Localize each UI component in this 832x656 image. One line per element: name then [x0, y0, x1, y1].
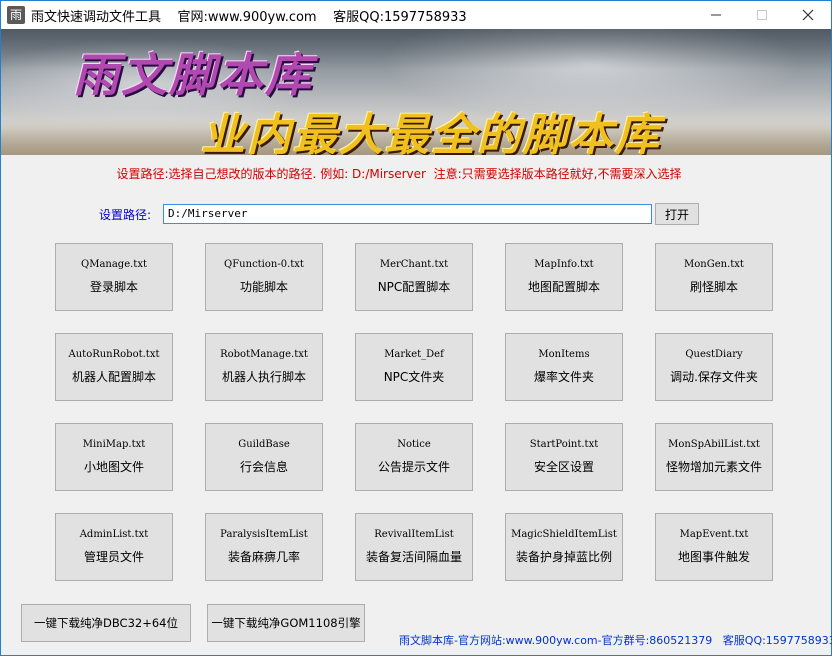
- file-name-label: ParalysisItemList: [220, 529, 308, 540]
- script-file-button[interactable]: MerChant.txt NPC配置脚本: [355, 243, 473, 311]
- maximize-button: [739, 1, 785, 29]
- script-file-button[interactable]: MapInfo.txt 地图配置脚本: [505, 243, 623, 311]
- file-description-label: 调动.保存文件夹: [670, 370, 758, 384]
- file-name-label: GuildBase: [238, 439, 290, 450]
- file-description-label: 行会信息: [239, 460, 288, 474]
- file-name-label: MerChant.txt: [379, 259, 449, 270]
- file-name-label: MiniMap.txt: [82, 439, 146, 450]
- minimize-icon: [711, 14, 721, 16]
- minimize-button[interactable]: [693, 1, 739, 29]
- file-name-label: MapEvent.txt: [679, 529, 749, 540]
- file-name-label: AdminList.txt: [79, 529, 149, 540]
- file-description-label: 登录脚本: [89, 280, 138, 294]
- file-name-label: QFunction-0.txt: [224, 259, 304, 270]
- script-file-button[interactable]: Market_Def NPC文件夹: [355, 333, 473, 401]
- file-description-label: 爆率文件夹: [533, 370, 594, 384]
- file-description-label: 刷怪脚本: [689, 280, 738, 294]
- download-dbc-button[interactable]: 一键下载纯净DBC32+64位: [21, 604, 191, 642]
- file-description-label: 机器人配置脚本: [71, 370, 156, 384]
- script-file-button[interactable]: RevivalItemList 装备复活间隔血量: [355, 513, 473, 581]
- file-name-label: RevivalItemList: [374, 529, 454, 540]
- script-file-button[interactable]: MonItems 爆率文件夹: [505, 333, 623, 401]
- file-name-label: MagicShieldItemList: [511, 529, 617, 540]
- path-input[interactable]: D:/Mirserver: [163, 204, 652, 224]
- script-file-button[interactable]: StartPoint.txt 安全区设置: [505, 423, 623, 491]
- app-window: 雨 雨文快速调动文件工具 官网:www.900yw.com 客服QQ:15977…: [0, 0, 832, 656]
- file-name-label: StartPoint.txt: [529, 439, 599, 450]
- app-icon: 雨: [7, 6, 25, 24]
- script-file-button[interactable]: MagicShieldItemList 装备护身掉蓝比例: [505, 513, 623, 581]
- path-instructions: 设置路径:选择自己想改的版本的路径. 例如: D:/Mirserver 注意:只…: [116, 167, 682, 181]
- file-name-label: MonSpAbilList.txt: [668, 439, 760, 450]
- file-name-label: MonItems: [538, 349, 590, 360]
- file-description-label: 小地图文件: [83, 460, 144, 474]
- file-name-label: QManage.txt: [81, 259, 147, 270]
- maximize-icon: [757, 10, 767, 20]
- file-description-label: 机器人执行脚本: [221, 370, 306, 384]
- file-name-label: Market_Def: [384, 349, 444, 360]
- script-file-button[interactable]: AutoRunRobot.txt 机器人配置脚本: [55, 333, 173, 401]
- script-file-button[interactable]: MapEvent.txt 地图事件触发: [655, 513, 773, 581]
- file-description-label: 管理员文件: [83, 550, 144, 564]
- file-description-label: 功能脚本: [239, 280, 288, 294]
- banner-image: 雨文脚本库 业内最大最全的脚本库: [1, 29, 831, 155]
- script-file-button[interactable]: QManage.txt 登录脚本: [55, 243, 173, 311]
- banner-slogan: 业内最大最全的脚本库: [201, 110, 661, 155]
- file-description-label: NPC文件夹: [383, 370, 445, 384]
- script-file-grid: QManage.txt 登录脚本 QFunction-0.txt 功能脚本 MerCha…: [55, 243, 775, 581]
- title-bar[interactable]: 雨 雨文快速调动文件工具 官网:www.900yw.com 客服QQ:15977…: [1, 1, 831, 29]
- banner-title: 雨文脚本库: [73, 48, 313, 102]
- close-icon: [802, 9, 814, 21]
- file-description-label: 怪物增加元素文件: [665, 460, 762, 474]
- file-name-label: QuestDiary: [685, 349, 743, 360]
- file-name-label: MapInfo.txt: [534, 259, 594, 270]
- script-file-button[interactable]: MonSpAbilList.txt 怪物增加元素文件: [655, 423, 773, 491]
- file-name-label: Notice: [397, 439, 431, 450]
- script-file-button[interactable]: GuildBase 行会信息: [205, 423, 323, 491]
- file-description-label: 地图事件触发: [677, 550, 750, 564]
- close-button[interactable]: [785, 1, 831, 29]
- file-description-label: NPC配置脚本: [377, 280, 451, 294]
- script-file-button[interactable]: MiniMap.txt 小地图文件: [55, 423, 173, 491]
- script-file-button[interactable]: MonGen.txt 刷怪脚本: [655, 243, 773, 311]
- path-label: 设置路径:: [99, 208, 152, 222]
- file-description-label: 地图配置脚本: [527, 280, 600, 294]
- file-description-label: 装备护身掉蓝比例: [515, 550, 612, 564]
- file-description-label: 装备复活间隔血量: [365, 550, 462, 564]
- file-name-label: RobotManage.txt: [220, 349, 308, 360]
- footer-info: 雨文脚本库-官方网站:www.900yw.com-官方群号:860521379 …: [399, 634, 832, 647]
- script-file-button[interactable]: RobotManage.txt 机器人执行脚本: [205, 333, 323, 401]
- script-file-button[interactable]: AdminList.txt 管理员文件: [55, 513, 173, 581]
- script-file-button[interactable]: ParalysisItemList 装备麻痹几率: [205, 513, 323, 581]
- file-name-label: AutoRunRobot.txt: [68, 349, 160, 360]
- file-description-label: 装备麻痹几率: [227, 550, 300, 564]
- window-controls: [693, 1, 831, 29]
- file-name-label: MonGen.txt: [684, 259, 744, 270]
- file-description-label: 安全区设置: [533, 460, 594, 474]
- script-file-button[interactable]: Notice 公告提示文件: [355, 423, 473, 491]
- script-file-button[interactable]: QFunction-0.txt 功能脚本: [205, 243, 323, 311]
- open-button[interactable]: 打开: [655, 203, 699, 225]
- download-gom-button[interactable]: 一键下载纯净GOM1108引擎: [207, 604, 365, 642]
- file-description-label: 公告提示文件: [377, 460, 450, 474]
- script-file-button[interactable]: QuestDiary 调动.保存文件夹: [655, 333, 773, 401]
- window-title: 雨文快速调动文件工具 官网:www.900yw.com 客服QQ:1597758…: [31, 9, 467, 25]
